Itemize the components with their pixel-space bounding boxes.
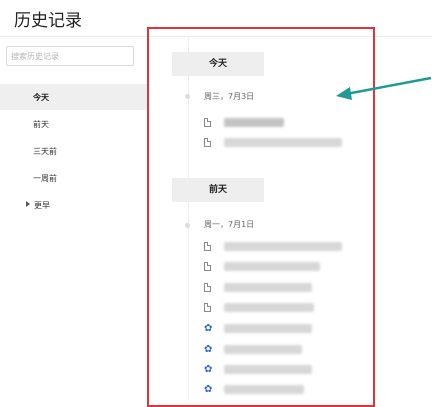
sidebar-item-one-week-ago[interactable]: 一周前 — [0, 165, 148, 191]
sidebar-item-three-days-ago[interactable]: 三天前 — [0, 138, 148, 164]
sidebar-item-day-before-yesterday[interactable]: 前天 — [0, 111, 148, 137]
expand-arrow-icon[interactable] — [26, 201, 30, 207]
sidebar-item-earlier[interactable]: 更早 — [0, 192, 148, 218]
sidebar-item-label: 今天 — [33, 93, 49, 102]
sidebar-item-label: 一周前 — [33, 174, 57, 183]
sidebar-item-today[interactable]: 今天 — [0, 84, 148, 110]
sidebar-item-label: 三天前 — [33, 147, 57, 156]
page-title: 历史记录 — [14, 11, 82, 31]
sidebar-item-label: 更早 — [34, 201, 50, 210]
annotation-arrow — [336, 76, 432, 100]
sidebar-item-label: 前天 — [33, 120, 49, 129]
search-input[interactable] — [6, 46, 134, 66]
